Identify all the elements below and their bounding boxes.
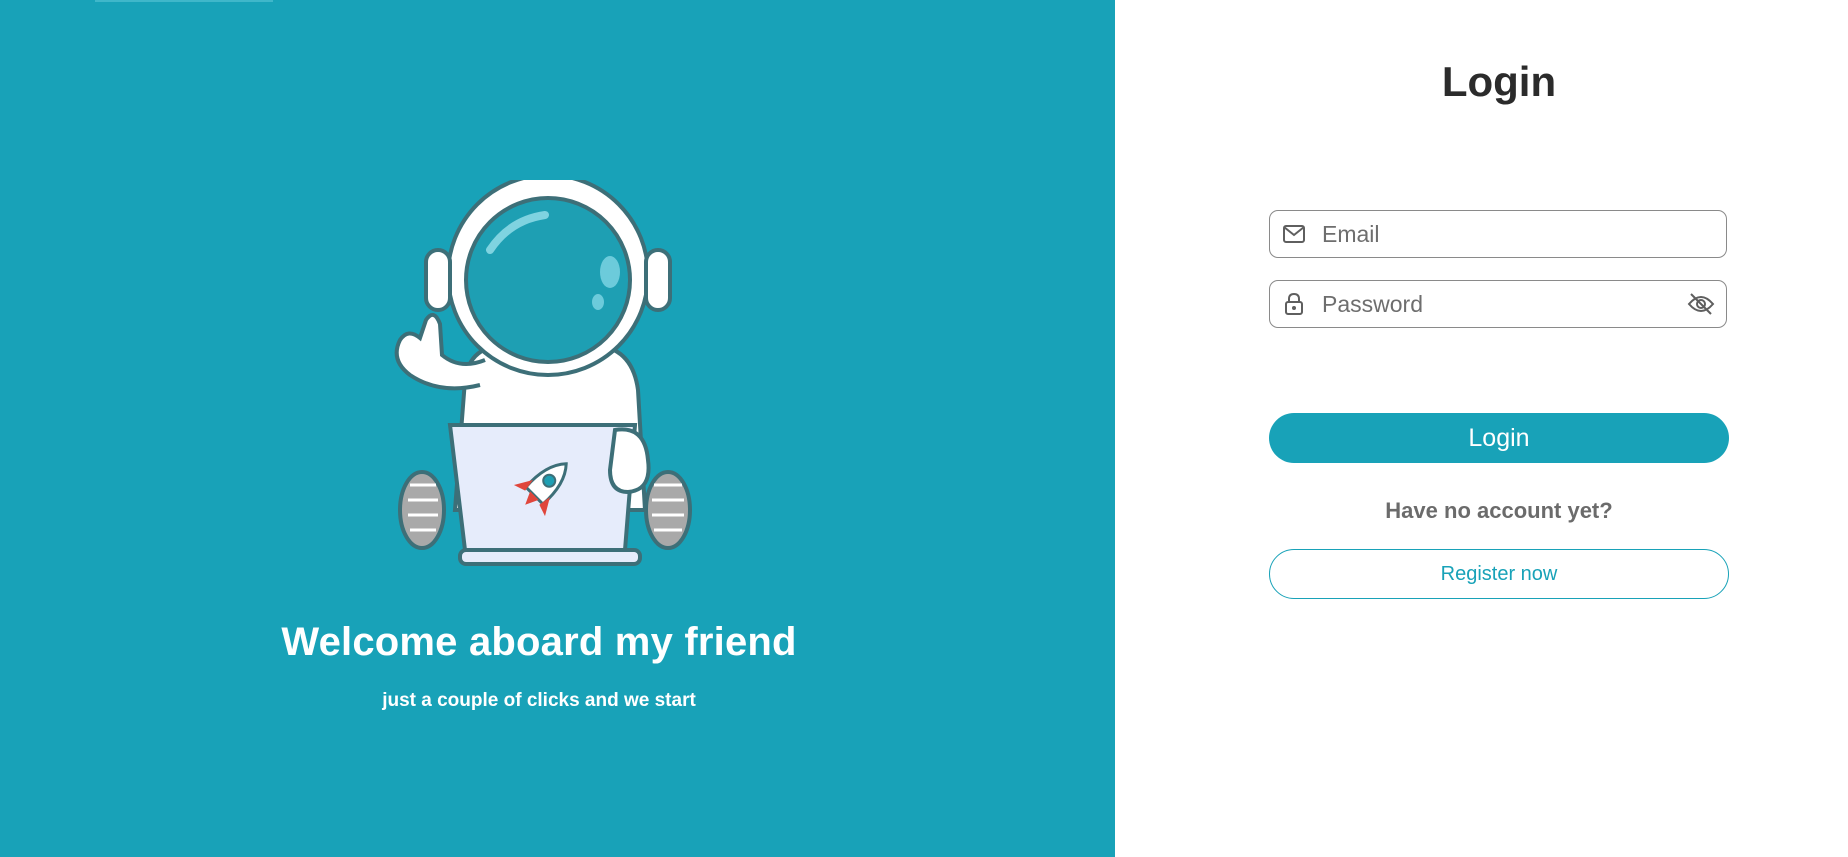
welcome-subtitle: just a couple of clicks and we start — [382, 690, 696, 711]
welcome-title: Welcome aboard my friend — [281, 620, 797, 664]
no-account-text: Have no account yet? — [1385, 498, 1613, 523]
password-input[interactable] — [1320, 283, 1686, 325]
eye-slash-icon[interactable] — [1686, 289, 1716, 319]
lock-icon — [1282, 292, 1306, 316]
envelope-icon — [1282, 222, 1306, 246]
page: Welcome aboard my friend just a couple o… — [0, 0, 1848, 857]
register-button[interactable]: Register now — [1269, 549, 1729, 599]
login-title: Login — [1441, 58, 1557, 105]
top-accent-bar — [95, 0, 273, 2]
login-button[interactable]: Login — [1269, 413, 1729, 463]
welcome-hero-panel: Welcome aboard my friend just a couple o… — [0, 0, 1115, 857]
email-input[interactable] — [1320, 213, 1726, 255]
astronaut-illustration — [394, 180, 692, 566]
password-field[interactable] — [1269, 280, 1727, 328]
email-field[interactable] — [1269, 210, 1727, 258]
login-panel: Login Email Login Have no account yet? R… — [1115, 0, 1848, 857]
